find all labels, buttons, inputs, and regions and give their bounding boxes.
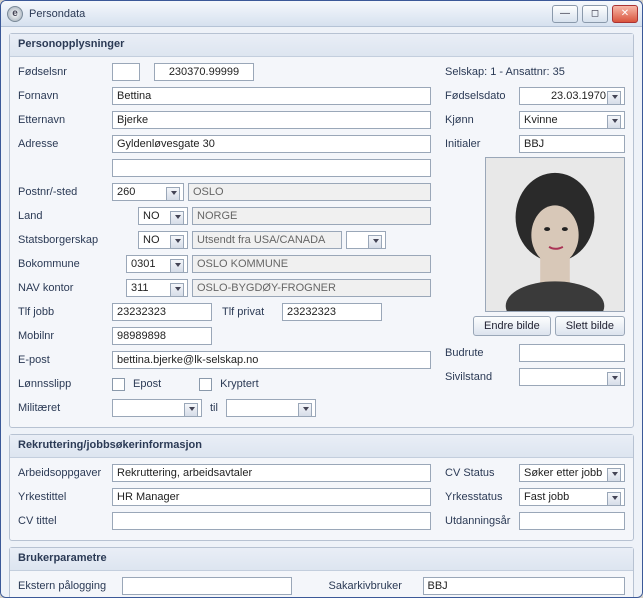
kjonn-combo[interactable]: Kvinne [519,111,625,129]
etternavn-input[interactable] [112,111,431,129]
postnr-combo[interactable]: 260 [112,183,184,201]
group-title-bruker: Brukerparametre [10,548,633,571]
label-militaer: Militæret [18,402,108,414]
label-kjonn: Kjønn [445,114,515,126]
label-ekstern: Ekstern pålogging [18,580,118,592]
group-brukerparametre: Brukerparametre Ekstern pålogging Securi… [9,547,634,597]
label-epost: E-post [18,354,108,366]
label-navkontor: NAV kontor [18,282,108,294]
land-display [192,207,431,225]
label-mobilnr: Mobilnr [18,330,108,342]
label-cvtittel: CV tittel [18,515,108,527]
epost-input[interactable] [112,351,431,369]
label-fodselsnr: Fødselsnr [18,66,108,78]
fornavn-input[interactable] [112,87,431,105]
photo-display [485,157,625,312]
kryptert-checkbox-label: Kryptert [220,378,259,390]
yrkesstatus-combo[interactable]: Fast jobb [519,488,625,506]
titlebar[interactable]: e Persondata — ◻ ✕ [1,1,642,27]
group-title-person: Personopplysninger [10,34,633,57]
initialer-input[interactable] [519,135,625,153]
adresse2-input[interactable] [112,159,431,177]
utdanningsar-input[interactable] [519,512,625,530]
label-statsborger: Statsborgerskap [18,234,108,246]
endre-bilde-button[interactable]: Endre bilde [473,316,551,336]
land-combo[interactable]: NO [138,207,188,225]
person-photo-icon [486,158,624,311]
poststed-display [188,183,431,201]
window-title: Persondata [29,8,552,20]
group-rekruttering: Rekruttering/jobbsøkerinformasjon Arbeid… [9,434,634,541]
navkontor-combo[interactable]: 311 [126,279,188,297]
bokommune-display [192,255,431,273]
sivilstand-combo[interactable] [519,368,625,386]
group-title-rekrut: Rekruttering/jobbsøkerinformasjon [10,435,633,458]
label-sivilstand: Sivilstand [445,371,515,383]
ekstern-input[interactable] [122,577,292,595]
yrkestittel-input[interactable] [112,488,431,506]
mobilnr-input[interactable] [112,327,212,345]
label-til: til [210,402,218,414]
fodselsnr-input[interactable] [154,63,254,81]
label-budrute: Budrute [445,347,515,359]
group-personopplysninger: Personopplysninger Fødselsnr Fornavn [9,33,634,428]
label-yrkesstatus: Yrkesstatus [445,491,515,503]
sakarkiv-input[interactable] [423,577,626,595]
cvtittel-input[interactable] [112,512,431,530]
militar-til-combo[interactable] [226,399,316,417]
label-fornavn: Fornavn [18,90,108,102]
maximize-button[interactable]: ◻ [582,5,608,23]
epost-checkbox[interactable] [112,378,125,391]
close-button[interactable]: ✕ [612,5,638,23]
budrute-input[interactable] [519,344,625,362]
minimize-button[interactable]: — [552,5,578,23]
label-initialer: Initialer [445,138,515,150]
label-bokommune: Bokommune [18,258,108,270]
label-tlfprivat: Tlf privat [222,306,278,318]
statsborger-display [192,231,342,249]
label-arbeidsoppg: Arbeidsoppgaver [18,467,108,479]
militar-fra-combo[interactable] [112,399,202,417]
app-icon: e [7,6,23,22]
label-land: Land [18,210,108,222]
label-yrkestittel: Yrkestittel [18,491,108,503]
fodselsdato-combo[interactable]: 23.03.1970 [519,87,625,105]
label-cvstatus: CV Status [445,467,515,479]
label-postnr: Postnr/-sted [18,186,108,198]
fodselsnr-prefix-input[interactable] [112,63,140,81]
adresse-input[interactable] [112,135,431,153]
statsborger-combo[interactable]: NO [138,231,188,249]
tlfprivat-input[interactable] [282,303,382,321]
content-area: Personopplysninger Fødselsnr Fornavn [1,27,642,597]
label-utdanningsar: Utdanningsår [445,515,515,527]
epost-checkbox-label: Epost [133,378,161,390]
label-adresse: Adresse [18,138,108,150]
label-tlfjobb: Tlf jobb [18,306,108,318]
label-sakarkiv: Sakarkivbruker [329,580,419,592]
label-lonnsslipp: Lønnsslipp [18,378,108,390]
label-fodselsdato: Fødselsdato [445,90,515,102]
tlfjobb-input[interactable] [112,303,212,321]
bokommune-combo[interactable]: 0301 [126,255,188,273]
arbeidsoppg-input[interactable] [112,464,431,482]
navkontor-display [192,279,431,297]
kryptert-checkbox[interactable] [199,378,212,391]
header-selskap-ansatt: Selskap: 1 - Ansattnr: 35 [445,66,625,78]
statsborger-extra-combo[interactable] [346,231,386,249]
label-etternavn: Etternavn [18,114,108,126]
window-frame: e Persondata — ◻ ✕ Personopplysninger Fø… [0,0,643,598]
slett-bilde-button[interactable]: Slett bilde [555,316,625,336]
cvstatus-combo[interactable]: Søker etter jobb [519,464,625,482]
